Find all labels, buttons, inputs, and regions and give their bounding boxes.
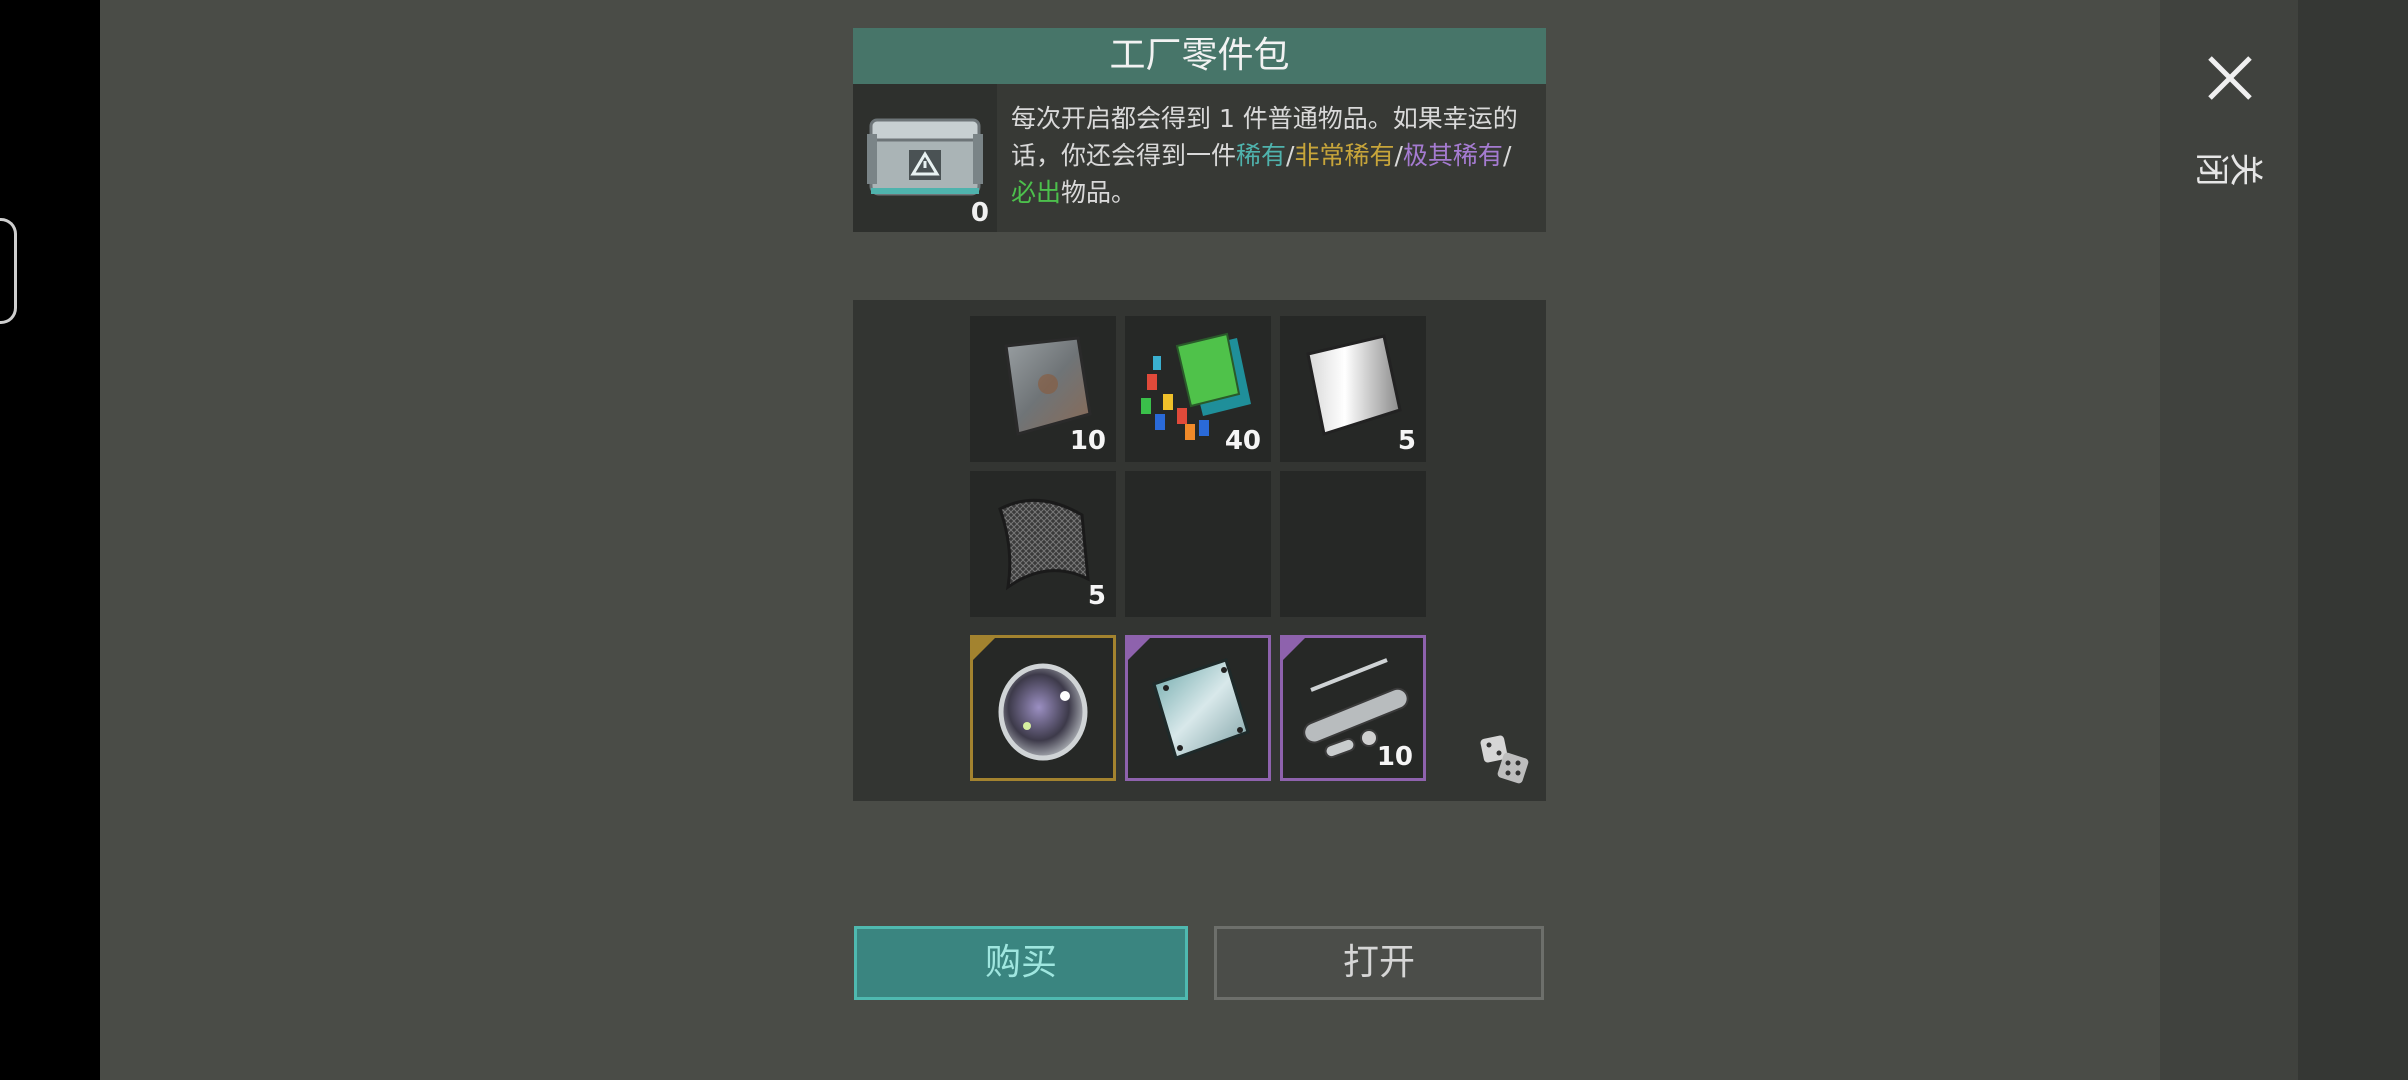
item-slot-wires[interactable]: 40	[1125, 316, 1271, 462]
sheet-metal-icon	[1306, 334, 1402, 436]
guaranteed-label: 必出	[1011, 178, 1062, 207]
item-quantity: 10	[1376, 742, 1413, 772]
very-rare-label: 非常稀有	[1294, 141, 1395, 170]
phone-notch-indicator	[0, 218, 17, 324]
item-slot-scrap-metal[interactable]: 10	[970, 316, 1116, 462]
item-quantity: 10	[1069, 426, 1106, 456]
item-quantity: 40	[1224, 426, 1261, 456]
dice-icon[interactable]	[1480, 735, 1530, 785]
crate-slot: 0	[853, 84, 997, 232]
item-slot-metal-pipes[interactable]: 10	[1280, 635, 1426, 781]
crate-count: 0	[970, 198, 989, 228]
package-info: 0 每次开启都会得到 1 件普通物品。如果幸运的话，你还会得到一件稀有/非常稀有…	[853, 84, 1546, 232]
item-slot-empty[interactable]	[1125, 471, 1271, 617]
package-title: 工厂零件包	[853, 28, 1546, 84]
rare-label: 稀有	[1236, 141, 1287, 170]
item-slot-sheet-metal[interactable]: 5	[1280, 316, 1426, 462]
item-slot-empty[interactable]	[1280, 471, 1426, 617]
separator: /	[1394, 141, 1403, 170]
separator: /	[1502, 141, 1512, 170]
epic-label: 极其稀有	[1402, 141, 1503, 170]
close-label: 关闭	[2196, 146, 2264, 186]
item-quantity: 5	[1087, 581, 1106, 611]
loot-grid: 10 40 5 5 10	[853, 300, 1546, 801]
package-description: 每次开启都会得到 1 件普通物品。如果幸运的话，你还会得到一件稀有/非常稀有/极…	[1011, 100, 1531, 211]
buy-button[interactable]: 购买	[854, 926, 1188, 1000]
metal-plate-icon	[1152, 658, 1250, 760]
close-icon	[2208, 56, 2252, 100]
mesh-fabric-icon	[998, 498, 1090, 591]
item-slot-mesh[interactable]: 5	[970, 471, 1116, 617]
right-edge-panel	[2298, 0, 2408, 1080]
left-black-bar	[0, 0, 100, 1080]
item-slot-metal-plate[interactable]	[1125, 635, 1271, 781]
open-button[interactable]: 打开	[1214, 926, 1544, 1000]
item-slot-lens[interactable]	[970, 635, 1116, 781]
item-quantity: 5	[1397, 426, 1416, 456]
lens-icon	[998, 663, 1088, 761]
game-screen: 关闭 工厂零件包 0 每次开启都会得到 1 件普通物品。如果幸运的话，你还会得到…	[0, 0, 2408, 1080]
close-button[interactable]: 关闭	[2190, 40, 2270, 230]
description-suffix: 物品。	[1061, 178, 1137, 207]
